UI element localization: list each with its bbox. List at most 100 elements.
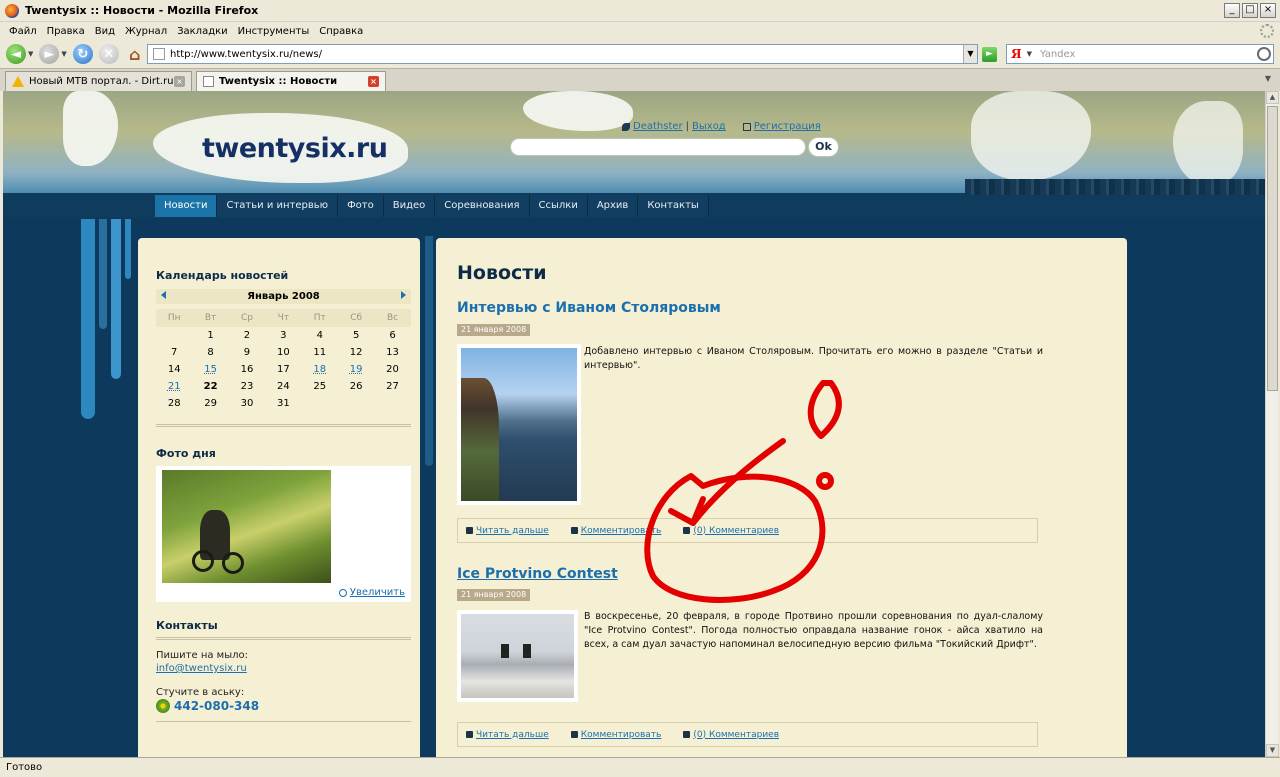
photo-of-day-image[interactable] bbox=[162, 470, 331, 583]
menu-history[interactable]: Журнал bbox=[120, 26, 172, 37]
calendar-day: 26 bbox=[349, 381, 363, 392]
menu-view[interactable]: Вид bbox=[90, 26, 120, 37]
nav-item-contacts[interactable]: Контакты bbox=[638, 195, 709, 217]
prev-month-icon[interactable] bbox=[161, 291, 166, 299]
nav-item-photo[interactable]: Фото bbox=[338, 195, 384, 217]
calendar-grid: Пн Вт Ср Чт Пт Сб Вс 1 2 3 4 5 6 7 8 9 10 11 12 13 14… bbox=[156, 309, 411, 412]
close-tab-icon[interactable]: × bbox=[368, 76, 379, 87]
calendar-empty-day bbox=[338, 395, 374, 412]
username-link[interactable]: Deathster bbox=[633, 121, 683, 132]
calendar-day: 8 bbox=[207, 347, 214, 358]
search-ok-button[interactable]: Ok bbox=[808, 137, 839, 157]
calendar-day[interactable]: 19 bbox=[338, 361, 374, 378]
post-title-link[interactable]: Интервью с Иваном Столяровым bbox=[457, 300, 721, 316]
comments-count-link[interactable]: (0) Комментариев bbox=[683, 730, 779, 740]
calendar-empty-day bbox=[302, 395, 338, 412]
comment-link[interactable]: Комментировать bbox=[570, 730, 661, 740]
nav-item-archive[interactable]: Архив bbox=[587, 195, 639, 217]
scroll-up-icon[interactable]: ▲ bbox=[1266, 91, 1279, 104]
post-thumbnail[interactable] bbox=[457, 344, 581, 505]
skyline-decoration bbox=[965, 179, 1265, 195]
stop-icon[interactable]: ✕ bbox=[98, 44, 119, 64]
minimize-button[interactable]: _ bbox=[1224, 3, 1240, 18]
calendar-week-row: 1 2 3 4 5 6 bbox=[156, 327, 411, 344]
post-thumbnail[interactable] bbox=[457, 610, 578, 702]
calendar-empty-day bbox=[156, 327, 192, 344]
back-arrow-icon[interactable]: ◄ bbox=[6, 44, 26, 64]
calendar-day: 6 bbox=[389, 330, 396, 341]
nav-item-articles[interactable]: Статьи и интервью bbox=[217, 195, 339, 217]
calendar-day: 28 bbox=[167, 398, 181, 409]
tab-twentysix[interactable]: Twentysix :: Новости × bbox=[196, 71, 386, 91]
comment-label: Комментировать bbox=[580, 525, 662, 536]
read-more-link[interactable]: Читать дальше bbox=[466, 730, 549, 740]
email-link[interactable]: info@twentysix.ru bbox=[156, 663, 247, 674]
calendar-day[interactable]: 18 bbox=[302, 361, 338, 378]
calendar-month-header: Январь 2008 bbox=[156, 289, 411, 304]
tab-dirt[interactable]: Новый MTB портал. - Dirt.ru × bbox=[5, 71, 192, 91]
search-engine-dropdown-icon[interactable]: ▼ bbox=[1027, 50, 1032, 58]
home-icon[interactable]: ⌂ bbox=[125, 44, 145, 64]
calendar-day: 31 bbox=[277, 398, 290, 409]
site-logo[interactable]: twentysix.ru bbox=[202, 133, 388, 164]
post-date: 21 января 2008 bbox=[457, 324, 531, 336]
calendar-week-row: 21 22 23 24 25 26 27 bbox=[156, 378, 411, 395]
drip-decoration bbox=[425, 236, 433, 466]
separator: | bbox=[685, 121, 690, 132]
register-icon bbox=[742, 122, 751, 131]
close-tab-icon[interactable]: × bbox=[174, 76, 185, 87]
next-month-icon[interactable] bbox=[401, 291, 406, 299]
yandex-engine-icon[interactable]: Я bbox=[1011, 47, 1022, 61]
menu-tools[interactable]: Инструменты bbox=[233, 26, 315, 37]
calendar-day[interactable]: 21 bbox=[156, 378, 192, 395]
forward-history-dropdown-icon[interactable]: ▼ bbox=[61, 50, 66, 58]
icq-number[interactable]: 442-080-348 bbox=[174, 699, 259, 713]
weekday-label: Вс bbox=[386, 313, 399, 323]
paint-splash-decoration bbox=[523, 91, 633, 131]
post-title-link[interactable]: Ice Protvino Contest bbox=[457, 566, 618, 582]
status-bar: Готово bbox=[0, 757, 1280, 777]
menu-file[interactable]: Файл bbox=[4, 26, 42, 37]
nav-item-links[interactable]: Ссылки bbox=[529, 195, 588, 217]
go-arrow-icon[interactable]: ► bbox=[982, 47, 997, 62]
web-search-field[interactable]: Я ▼ Yandex bbox=[1006, 44, 1274, 64]
weekday-label: Ср bbox=[240, 313, 253, 323]
register-link[interactable]: Регистрация bbox=[754, 121, 821, 132]
maximize-button[interactable]: □ bbox=[1242, 3, 1258, 18]
read-more-link[interactable]: Читать дальше bbox=[466, 526, 549, 536]
vertical-scrollbar[interactable]: ▲ ▼ bbox=[1265, 91, 1279, 757]
nav-item-competitions[interactable]: Соревнования bbox=[435, 195, 530, 217]
url-history-dropdown-icon[interactable]: ▼ bbox=[963, 45, 977, 63]
comment-icon bbox=[570, 527, 578, 534]
logout-link[interactable]: Выход bbox=[692, 121, 726, 132]
email-label: Пишите на мыло: bbox=[156, 650, 248, 661]
nav-item-news[interactable]: Новости bbox=[155, 195, 218, 217]
menu-help[interactable]: Справка bbox=[314, 26, 368, 37]
divider bbox=[156, 637, 411, 640]
zoom-link[interactable]: Увеличить bbox=[338, 587, 405, 598]
forward-arrow-icon[interactable]: ► bbox=[39, 44, 60, 64]
site-nav: Новости Статьи и интервью Фото Видео Сор… bbox=[155, 195, 709, 217]
bike-wheel bbox=[222, 552, 244, 574]
post-footer: Читать дальше Комментировать (0) Коммент… bbox=[457, 518, 1038, 543]
user-icon bbox=[622, 122, 630, 131]
comment-link[interactable]: Комментировать bbox=[570, 525, 662, 536]
site-search-input[interactable] bbox=[510, 138, 806, 156]
close-window-button[interactable]: × bbox=[1260, 3, 1276, 18]
url-bar[interactable]: http://www.twentysix.ru/news/ ▼ bbox=[147, 44, 978, 64]
person-figure bbox=[461, 378, 499, 501]
calendar-day: 13 bbox=[386, 347, 399, 358]
menu-edit[interactable]: Правка bbox=[42, 26, 90, 37]
menu-bookmarks[interactable]: Закладки bbox=[172, 26, 233, 37]
calendar-day[interactable]: 15 bbox=[192, 361, 228, 378]
comments-count-link[interactable]: (0) Комментариев bbox=[683, 526, 779, 536]
comments-count-label: (0) Комментариев bbox=[693, 729, 780, 740]
scroll-down-icon[interactable]: ▼ bbox=[1266, 744, 1279, 757]
back-history-dropdown-icon[interactable]: ▼ bbox=[28, 50, 33, 58]
tab-list-icon[interactable]: ▼ bbox=[1262, 74, 1274, 86]
search-icon[interactable] bbox=[1257, 47, 1271, 61]
nav-item-video[interactable]: Видео bbox=[383, 195, 436, 217]
url-text[interactable]: http://www.twentysix.ru/news/ bbox=[170, 49, 322, 60]
reload-icon[interactable]: ↻ bbox=[72, 44, 93, 64]
scrollbar-thumb[interactable] bbox=[1267, 106, 1278, 391]
